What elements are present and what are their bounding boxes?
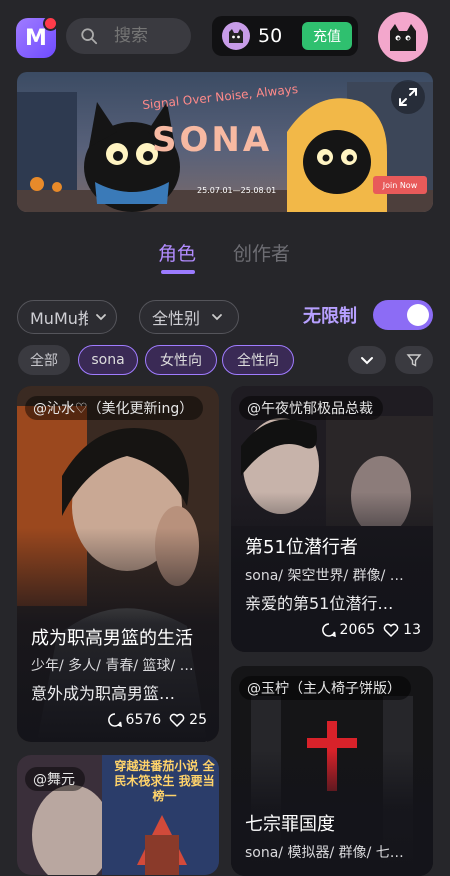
card-stats: 2065 13 [321,622,421,638]
card-description: 亲爱的第51位潜行… [245,594,394,613]
search-input[interactable] [112,25,186,47]
chevron-down-icon [361,357,373,365]
card-like-count: 6576 [125,712,162,728]
search-bar[interactable] [66,18,191,54]
card-author[interactable]: @沁水♡（美化更新ing） [25,396,204,420]
filter-button[interactable] [395,346,433,374]
coin-balance: 50 [258,25,283,47]
card-title: 七宗罪国度 [245,814,335,835]
card-heart-count: 13 [403,622,421,638]
chip-all-orientation[interactable]: 全性向 [222,345,294,375]
card-title: 第51位潜行者 [245,537,358,558]
tab-creators[interactable]: 创作者 [233,239,290,266]
expand-icon[interactable] [391,80,425,114]
tab-characters[interactable]: 角色 [158,239,196,266]
chip-all[interactable]: 全部 [18,345,70,375]
card-tags: 少年/ 多人/ 青春/ 篮球/ … [31,658,194,674]
character-card[interactable]: @午夜忧郁极品总裁 第51位潜行者 sona/ 架空世界/ 群像/ … 亲爱的第… [231,386,433,652]
toggle-knob [407,304,429,326]
notification-dot [43,16,58,31]
chat-icon [321,623,336,637]
heart-icon [169,713,185,727]
gender-value: 全性别 [152,309,201,328]
card-poster-text: 穿越进番茄小说 全民木筏求生 我要当榜一 [114,759,215,803]
gender-select[interactable]: 全性别 [139,300,239,334]
join-now-button[interactable]: Join Now [373,176,427,194]
card-title: 成为职高男篮的生活 [31,628,193,649]
chat-icon [107,713,122,727]
user-avatar[interactable] [378,12,428,62]
card-author[interactable]: @玉柠（主人椅子饼版） [239,676,411,700]
card-tags: sona/ 模拟器/ 群像/ 七… [245,845,404,861]
card-tags: sona/ 架空世界/ 群像/ … [245,568,404,584]
coin-wallet: 50 充值 [212,16,358,56]
heart-icon [383,623,399,637]
chevron-down-icon [212,314,222,321]
card-author[interactable]: @舞元 [25,767,85,791]
character-card[interactable]: @沁水♡（美化更新ing） 成为职高男篮的生活 少年/ 多人/ 青春/ 篮球/ … [17,386,219,742]
character-card[interactable]: 穿越进番茄小说 全民木筏求生 我要当榜一 @舞元 [17,755,219,875]
card-description: 意外成为职高男篮… [31,684,176,703]
chevron-down-icon [96,314,106,321]
card-like-count: 2065 [339,622,376,638]
cat-avatar-icon [390,24,416,51]
card-heart-count: 25 [189,712,207,728]
banner-dates: 25.07.01—25.08.01 [197,186,277,195]
filter-icon [406,354,422,367]
coin-icon [222,22,250,50]
expand-filters-button[interactable] [348,346,386,374]
recharge-button[interactable]: 充值 [302,22,352,50]
chip-sona[interactable]: sona [78,345,138,375]
no-limit-label: 无限制 [303,306,357,327]
card-author[interactable]: @午夜忧郁极品总裁 [239,396,383,420]
no-limit-toggle[interactable] [373,300,433,330]
sort-value: MuMu推荐 [30,309,88,328]
promo-banner[interactable]: Signal Over Noise, Always SONA 25.07.01—… [17,72,433,212]
sort-select[interactable]: MuMu推荐 [17,300,117,334]
chip-female-oriented[interactable]: 女性向 [145,345,217,375]
search-icon [81,28,98,45]
logo-letter: M [25,25,47,51]
card-stats: 6576 25 [107,712,207,728]
app-logo[interactable]: M [16,16,58,58]
character-card[interactable]: @玉柠（主人椅子饼版） 七宗罪国度 sona/ 模拟器/ 群像/ 七… [231,666,433,876]
banner-title: SONA [152,120,273,160]
active-tab-indicator [161,270,195,274]
